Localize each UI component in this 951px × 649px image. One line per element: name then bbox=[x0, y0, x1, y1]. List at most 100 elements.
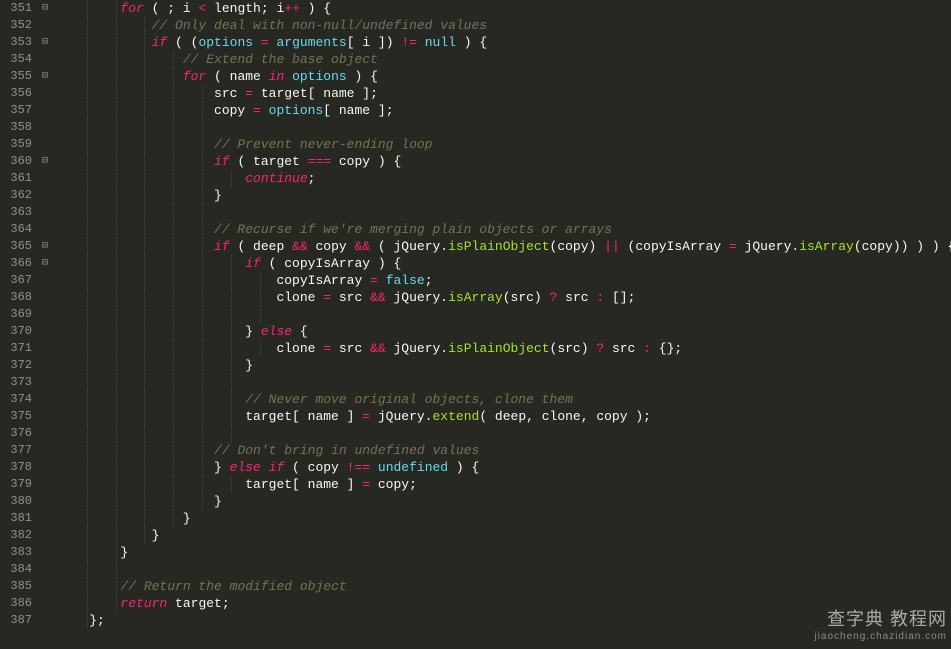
indent-guide bbox=[87, 612, 88, 629]
line-number[interactable]: 359 bbox=[0, 136, 32, 153]
code-line[interactable]: copyIsArray = false; bbox=[58, 272, 951, 289]
line-number[interactable]: 366 bbox=[0, 255, 32, 272]
code-line[interactable]: for ( ; i < length; i++ ) { bbox=[58, 0, 951, 17]
line-number[interactable]: 351 bbox=[0, 0, 32, 17]
line-number[interactable]: 369 bbox=[0, 306, 32, 323]
line-number[interactable]: 370 bbox=[0, 323, 32, 340]
code-token: } bbox=[214, 460, 230, 475]
code-line[interactable]: // Return the modified object bbox=[58, 578, 951, 595]
line-number[interactable]: 356 bbox=[0, 85, 32, 102]
code-line[interactable]: // Prevent never-ending loop bbox=[58, 136, 951, 153]
code-line[interactable]: return target; bbox=[58, 595, 951, 612]
code-line[interactable]: copy = options[ name ]; bbox=[58, 102, 951, 119]
code-line[interactable]: if ( (options = arguments[ i ]) != null … bbox=[58, 34, 951, 51]
line-number[interactable]: 358 bbox=[0, 119, 32, 136]
code-line[interactable]: // Don't bring in undefined values bbox=[58, 442, 951, 459]
fold-toggle-icon bbox=[38, 391, 52, 408]
fold-toggle-icon[interactable]: ⊟ bbox=[38, 34, 52, 51]
code-line[interactable]: if ( target === copy ) { bbox=[58, 153, 951, 170]
line-number[interactable]: 361 bbox=[0, 170, 32, 187]
line-number[interactable]: 357 bbox=[0, 102, 32, 119]
indent-guide bbox=[144, 289, 145, 306]
code-token: clone bbox=[276, 341, 323, 356]
fold-toggle-icon bbox=[38, 357, 52, 374]
code-line[interactable]: } else if ( copy !== undefined ) { bbox=[58, 459, 951, 476]
line-number[interactable]: 380 bbox=[0, 493, 32, 510]
fold-toggle-icon[interactable]: ⊟ bbox=[38, 238, 52, 255]
line-number[interactable]: 376 bbox=[0, 425, 32, 442]
line-number[interactable]: 352 bbox=[0, 17, 32, 34]
line-number[interactable]: 381 bbox=[0, 510, 32, 527]
line-number[interactable]: 383 bbox=[0, 544, 32, 561]
code-line[interactable]: // Only deal with non-null/undefined val… bbox=[58, 17, 951, 34]
code-line[interactable]: } bbox=[58, 510, 951, 527]
code-line[interactable] bbox=[58, 425, 951, 442]
line-number[interactable]: 354 bbox=[0, 51, 32, 68]
code-line[interactable] bbox=[58, 374, 951, 391]
code-line[interactable]: target[ name ] = copy; bbox=[58, 476, 951, 493]
code-line[interactable]: continue; bbox=[58, 170, 951, 187]
code-line[interactable]: } bbox=[58, 357, 951, 374]
code-token: // Return the modified object bbox=[120, 579, 346, 594]
indent-guide bbox=[144, 425, 145, 442]
fold-toggle-icon bbox=[38, 272, 52, 289]
code-line[interactable]: for ( name in options ) { bbox=[58, 68, 951, 85]
code-line[interactable]: } bbox=[58, 493, 951, 510]
code-line[interactable]: } else { bbox=[58, 323, 951, 340]
code-token: src bbox=[331, 290, 370, 305]
indent-guide bbox=[173, 476, 174, 493]
code-line[interactable]: } bbox=[58, 544, 951, 561]
fold-toggle-icon[interactable]: ⊟ bbox=[38, 255, 52, 272]
line-number[interactable]: 367 bbox=[0, 272, 32, 289]
fold-gutter[interactable]: ⊟⊟⊟⊟⊟⊟ bbox=[38, 0, 52, 649]
line-number[interactable]: 382 bbox=[0, 527, 32, 544]
line-number[interactable]: 355 bbox=[0, 68, 32, 85]
code-line[interactable]: // Never move original objects, clone th… bbox=[58, 391, 951, 408]
line-number[interactable]: 371 bbox=[0, 340, 32, 357]
line-number[interactable]: 374 bbox=[0, 391, 32, 408]
line-number[interactable]: 360 bbox=[0, 153, 32, 170]
line-number[interactable]: 373 bbox=[0, 374, 32, 391]
line-number[interactable]: 386 bbox=[0, 595, 32, 612]
line-number-gutter[interactable]: 3513523533543553563573583593603613623633… bbox=[0, 0, 38, 649]
line-number[interactable]: 353 bbox=[0, 34, 32, 51]
code-editor[interactable]: 3513523533543553563573583593603613623633… bbox=[0, 0, 951, 649]
line-number[interactable]: 385 bbox=[0, 578, 32, 595]
line-number[interactable]: 364 bbox=[0, 221, 32, 238]
fold-toggle-icon[interactable]: ⊟ bbox=[38, 153, 52, 170]
code-line[interactable]: clone = src && jQuery.isArray(src) ? src… bbox=[58, 289, 951, 306]
indent-guide bbox=[144, 204, 145, 221]
line-number[interactable]: 379 bbox=[0, 476, 32, 493]
line-number[interactable]: 362 bbox=[0, 187, 32, 204]
line-number[interactable]: 384 bbox=[0, 561, 32, 578]
line-number[interactable]: 378 bbox=[0, 459, 32, 476]
line-number[interactable]: 368 bbox=[0, 289, 32, 306]
code-line[interactable]: } bbox=[58, 187, 951, 204]
code-line[interactable] bbox=[58, 204, 951, 221]
code-line[interactable]: // Recurse if we're merging plain object… bbox=[58, 221, 951, 238]
code-line[interactable]: // Extend the base object bbox=[58, 51, 951, 68]
line-number[interactable]: 365 bbox=[0, 238, 32, 255]
line-number[interactable]: 375 bbox=[0, 408, 32, 425]
line-number[interactable]: 387 bbox=[0, 612, 32, 629]
line-number[interactable]: 377 bbox=[0, 442, 32, 459]
code-line[interactable]: } bbox=[58, 527, 951, 544]
code-line[interactable]: }; bbox=[58, 612, 951, 629]
code-line[interactable]: clone = src && jQuery.isPlainObject(src)… bbox=[58, 340, 951, 357]
line-number[interactable]: 363 bbox=[0, 204, 32, 221]
indent-guide bbox=[116, 306, 117, 323]
code-line[interactable]: src = target[ name ]; bbox=[58, 85, 951, 102]
indent-whitespace bbox=[58, 1, 120, 16]
line-number[interactable]: 372 bbox=[0, 357, 32, 374]
indent-guide bbox=[87, 459, 88, 476]
code-line[interactable]: target[ name ] = jQuery.extend( deep, cl… bbox=[58, 408, 951, 425]
fold-toggle-icon[interactable]: ⊟ bbox=[38, 68, 52, 85]
code-line[interactable]: if ( copyIsArray ) { bbox=[58, 255, 951, 272]
code-line[interactable] bbox=[58, 561, 951, 578]
code-line[interactable] bbox=[58, 306, 951, 323]
code-token: {}; bbox=[651, 341, 682, 356]
fold-toggle-icon[interactable]: ⊟ bbox=[38, 0, 52, 17]
code-area[interactable]: for ( ; i < length; i++ ) { // Only deal… bbox=[52, 0, 951, 649]
code-line[interactable] bbox=[58, 119, 951, 136]
code-line[interactable]: if ( deep && copy && ( jQuery.isPlainObj… bbox=[58, 238, 951, 255]
